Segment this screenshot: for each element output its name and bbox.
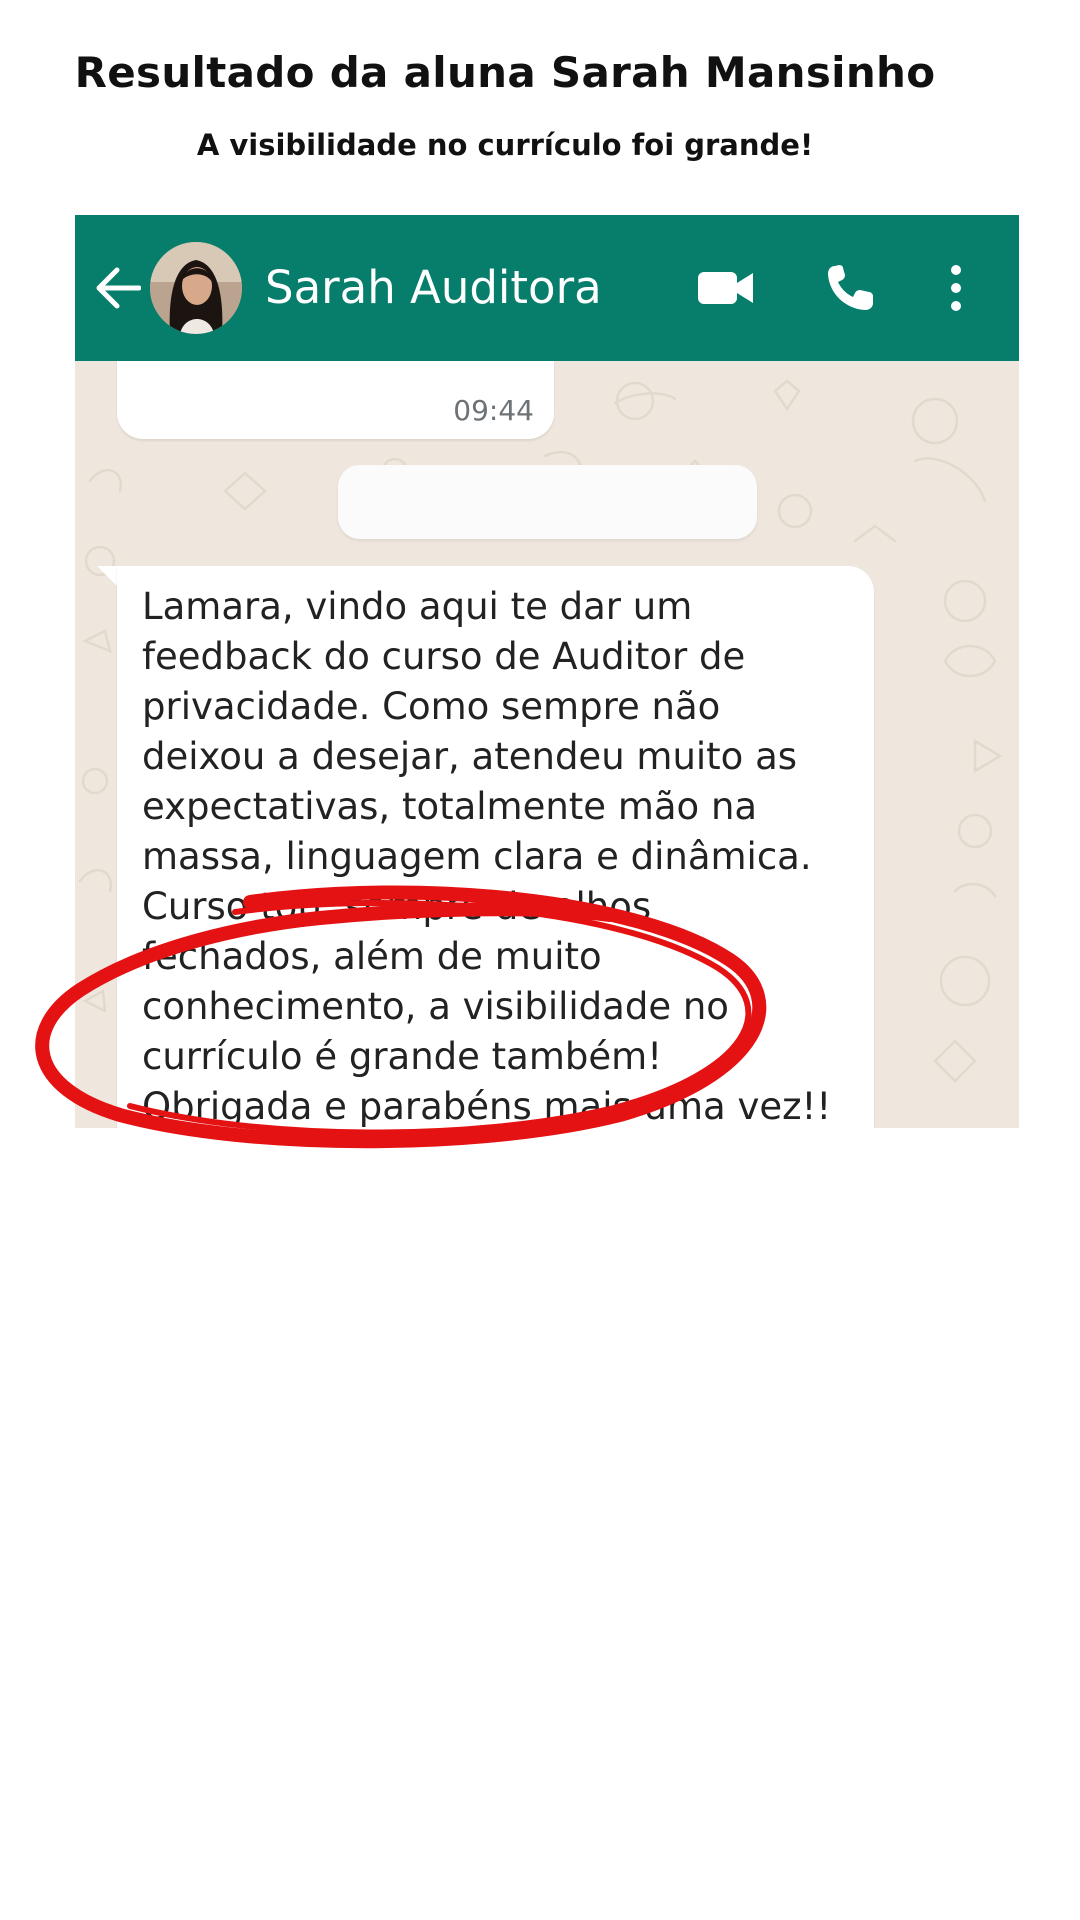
date-divider xyxy=(338,465,757,539)
message-time: 09:44 xyxy=(453,394,534,427)
message-bubble[interactable]: Lamara, vindo aqui te dar um feedback do… xyxy=(117,566,874,1128)
chat-screenshot: Sarah Auditora 09:44 Lamara, vindo aqui … xyxy=(75,215,1019,1128)
phone-call-icon[interactable] xyxy=(825,263,875,313)
avatar[interactable] xyxy=(150,242,242,334)
contact-name[interactable]: Sarah Auditora xyxy=(265,261,602,314)
back-arrow-icon[interactable] xyxy=(95,267,141,309)
page-subtitle: A visibilidade no currículo foi grande! xyxy=(196,128,814,162)
chat-header: Sarah Auditora xyxy=(75,215,1019,361)
chat-body[interactable]: 09:44 Lamara, vindo aqui te dar um feedb… xyxy=(75,361,1019,1128)
previous-message-bubble[interactable]: 09:44 xyxy=(117,361,554,439)
more-options-icon[interactable] xyxy=(946,263,966,313)
video-call-icon[interactable] xyxy=(697,267,755,309)
message-text: Lamara, vindo aqui te dar um feedback do… xyxy=(142,585,832,1128)
page-title: Resultado da aluna Sarah Mansinho xyxy=(74,48,936,97)
